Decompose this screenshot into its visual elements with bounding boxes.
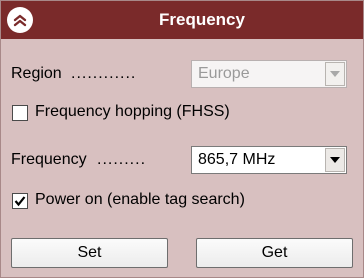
region-select[interactable]: Europe (191, 60, 347, 88)
double-chevron-up-icon (13, 14, 27, 27)
get-button[interactable]: Get (196, 238, 353, 268)
panel-title: Frequency (159, 10, 245, 29)
frequency-select-value: 865,7 MHz (198, 151, 276, 168)
region-label: Region (11, 65, 62, 82)
hopping-checkbox[interactable] (12, 105, 28, 121)
power-label[interactable]: Power on (enable tag search) (35, 191, 245, 209)
chevron-down-icon (330, 157, 340, 163)
panel-header: Frequency (1, 1, 363, 39)
frequency-panel: Frequency Region ............ Europe Fre… (0, 0, 364, 278)
region-select-value: Europe (198, 65, 250, 82)
frequency-label: Frequency (11, 151, 87, 168)
region-leader-dots: ............ (71, 65, 137, 82)
chevron-down-icon (330, 71, 340, 77)
frequency-select[interactable]: 865,7 MHz (191, 146, 347, 174)
frequency-leader-dots: ......... (97, 151, 147, 168)
set-button[interactable]: Set (11, 238, 168, 268)
power-checkbox[interactable] (12, 193, 28, 209)
collapse-button[interactable] (7, 7, 33, 33)
checkmark-icon (14, 196, 26, 207)
region-dropdown-button[interactable] (325, 62, 345, 86)
hopping-label[interactable]: Frequency hopping (FHSS) (35, 103, 230, 121)
frequency-dropdown-button[interactable] (325, 148, 345, 172)
